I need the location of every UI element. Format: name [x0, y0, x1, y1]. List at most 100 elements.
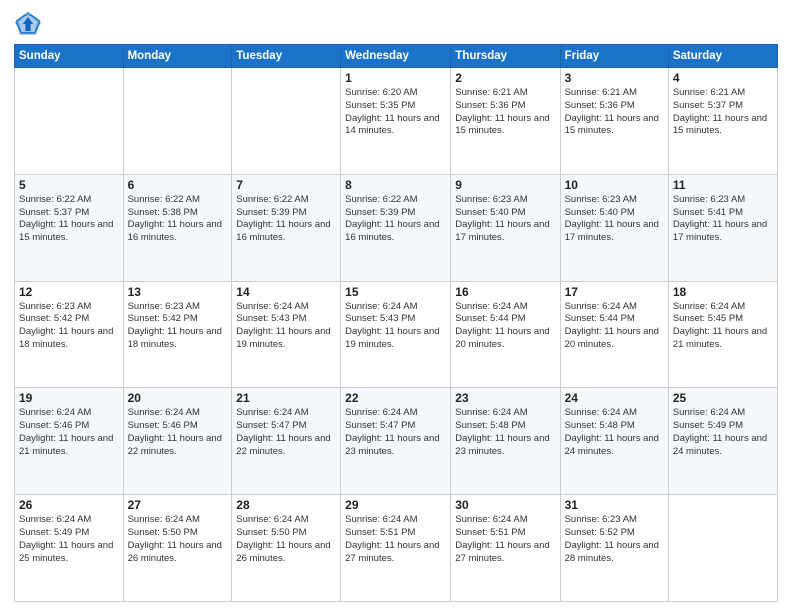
day-number: 19	[19, 391, 119, 405]
day-info: Sunrise: 6:24 AM Sunset: 5:50 PM Dayligh…	[128, 514, 228, 565]
calendar-table: SundayMondayTuesdayWednesdayThursdayFrid…	[14, 44, 778, 602]
day-number: 9	[455, 178, 555, 192]
day-info: Sunrise: 6:24 AM Sunset: 5:48 PM Dayligh…	[455, 407, 555, 458]
day-cell: 5 Sunrise: 6:22 AM Sunset: 5:37 PM Daylig…	[15, 174, 124, 281]
day-cell: 30 Sunrise: 6:24 AM Sunset: 5:51 PM Dayli…	[451, 495, 560, 602]
day-cell	[15, 68, 124, 175]
day-number: 21	[236, 391, 336, 405]
day-number: 29	[345, 498, 446, 512]
day-info: Sunrise: 6:24 AM Sunset: 5:51 PM Dayligh…	[345, 514, 446, 565]
day-number: 18	[673, 285, 773, 299]
day-cell: 29 Sunrise: 6:24 AM Sunset: 5:51 PM Dayli…	[341, 495, 451, 602]
day-info: Sunrise: 6:23 AM Sunset: 5:40 PM Dayligh…	[565, 194, 664, 245]
logo-icon	[14, 10, 42, 38]
day-number: 2	[455, 71, 555, 85]
day-number: 12	[19, 285, 119, 299]
day-cell	[232, 68, 341, 175]
day-number: 31	[565, 498, 664, 512]
day-cell: 16 Sunrise: 6:24 AM Sunset: 5:44 PM Dayli…	[451, 281, 560, 388]
day-info: Sunrise: 6:22 AM Sunset: 5:37 PM Dayligh…	[19, 194, 119, 245]
day-cell: 13 Sunrise: 6:23 AM Sunset: 5:42 PM Dayli…	[123, 281, 232, 388]
day-cell: 12 Sunrise: 6:23 AM Sunset: 5:42 PM Dayli…	[15, 281, 124, 388]
day-cell: 3 Sunrise: 6:21 AM Sunset: 5:36 PM Daylig…	[560, 68, 668, 175]
day-info: Sunrise: 6:23 AM Sunset: 5:41 PM Dayligh…	[673, 194, 773, 245]
week-row-4: 19 Sunrise: 6:24 AM Sunset: 5:46 PM Dayli…	[15, 388, 778, 495]
day-info: Sunrise: 6:24 AM Sunset: 5:43 PM Dayligh…	[236, 301, 336, 352]
day-info: Sunrise: 6:24 AM Sunset: 5:47 PM Dayligh…	[345, 407, 446, 458]
day-number: 8	[345, 178, 446, 192]
day-info: Sunrise: 6:24 AM Sunset: 5:45 PM Dayligh…	[673, 301, 773, 352]
day-cell: 31 Sunrise: 6:23 AM Sunset: 5:52 PM Dayli…	[560, 495, 668, 602]
day-number: 4	[673, 71, 773, 85]
day-cell: 18 Sunrise: 6:24 AM Sunset: 5:45 PM Dayli…	[668, 281, 777, 388]
day-cell: 4Sunrise: 6:21 AM Sunset: 5:37 PM Daylig…	[668, 68, 777, 175]
weekday-sunday: Sunday	[15, 45, 124, 68]
day-cell	[123, 68, 232, 175]
day-cell: 15Sunrise: 6:24 AM Sunset: 5:43 PM Dayli…	[341, 281, 451, 388]
day-number: 23	[455, 391, 555, 405]
weekday-header-row: SundayMondayTuesdayWednesdayThursdayFrid…	[15, 45, 778, 68]
day-number: 11	[673, 178, 773, 192]
day-number: 14	[236, 285, 336, 299]
page: SundayMondayTuesdayWednesdayThursdayFrid…	[0, 0, 792, 612]
day-info: Sunrise: 6:24 AM Sunset: 5:47 PM Dayligh…	[236, 407, 336, 458]
day-info: Sunrise: 6:24 AM Sunset: 5:43 PM Dayligh…	[345, 301, 446, 352]
day-cell: 24 Sunrise: 6:24 AM Sunset: 5:48 PM Dayli…	[560, 388, 668, 495]
day-info: Sunrise: 6:24 AM Sunset: 5:51 PM Dayligh…	[455, 514, 555, 565]
day-number: 26	[19, 498, 119, 512]
day-info: Sunrise: 6:22 AM Sunset: 5:39 PM Dayligh…	[236, 194, 336, 245]
day-number: 25	[673, 391, 773, 405]
day-info: Sunrise: 6:23 AM Sunset: 5:52 PM Dayligh…	[565, 514, 664, 565]
day-cell: 11 Sunrise: 6:23 AM Sunset: 5:41 PM Dayli…	[668, 174, 777, 281]
day-number: 30	[455, 498, 555, 512]
day-info: Sunrise: 6:23 AM Sunset: 5:42 PM Dayligh…	[19, 301, 119, 352]
day-cell: 10 Sunrise: 6:23 AM Sunset: 5:40 PM Dayli…	[560, 174, 668, 281]
day-cell: 26 Sunrise: 6:24 AM Sunset: 5:49 PM Dayli…	[15, 495, 124, 602]
day-info: Sunrise: 6:24 AM Sunset: 5:48 PM Dayligh…	[565, 407, 664, 458]
day-info: Sunrise: 6:24 AM Sunset: 5:44 PM Dayligh…	[565, 301, 664, 352]
day-info: Sunrise: 6:21 AM Sunset: 5:36 PM Dayligh…	[565, 87, 664, 138]
week-row-5: 26 Sunrise: 6:24 AM Sunset: 5:49 PM Dayli…	[15, 495, 778, 602]
weekday-friday: Friday	[560, 45, 668, 68]
day-number: 17	[565, 285, 664, 299]
day-cell: 17 Sunrise: 6:24 AM Sunset: 5:44 PM Dayli…	[560, 281, 668, 388]
day-info: Sunrise: 6:23 AM Sunset: 5:42 PM Dayligh…	[128, 301, 228, 352]
day-info: Sunrise: 6:24 AM Sunset: 5:50 PM Dayligh…	[236, 514, 336, 565]
day-number: 24	[565, 391, 664, 405]
day-number: 1	[345, 71, 446, 85]
day-cell: 1 Sunrise: 6:20 AM Sunset: 5:35 PM Daylig…	[341, 68, 451, 175]
day-number: 16	[455, 285, 555, 299]
day-number: 7	[236, 178, 336, 192]
day-cell: 27Sunrise: 6:24 AM Sunset: 5:50 PM Dayli…	[123, 495, 232, 602]
weekday-monday: Monday	[123, 45, 232, 68]
day-number: 13	[128, 285, 228, 299]
day-cell: 25 Sunrise: 6:24 AM Sunset: 5:49 PM Dayli…	[668, 388, 777, 495]
weekday-wednesday: Wednesday	[341, 45, 451, 68]
weekday-thursday: Thursday	[451, 45, 560, 68]
week-row-3: 12 Sunrise: 6:23 AM Sunset: 5:42 PM Dayli…	[15, 281, 778, 388]
day-cell: 2Sunrise: 6:21 AM Sunset: 5:36 PM Daylig…	[451, 68, 560, 175]
logo	[14, 10, 46, 38]
day-info: Sunrise: 6:24 AM Sunset: 5:49 PM Dayligh…	[19, 514, 119, 565]
day-number: 20	[128, 391, 228, 405]
day-cell: 7 Sunrise: 6:22 AM Sunset: 5:39 PM Daylig…	[232, 174, 341, 281]
day-info: Sunrise: 6:24 AM Sunset: 5:44 PM Dayligh…	[455, 301, 555, 352]
day-cell: 6Sunrise: 6:22 AM Sunset: 5:38 PM Daylig…	[123, 174, 232, 281]
day-cell: 9 Sunrise: 6:23 AM Sunset: 5:40 PM Daylig…	[451, 174, 560, 281]
day-info: Sunrise: 6:20 AM Sunset: 5:35 PM Dayligh…	[345, 87, 446, 138]
day-info: Sunrise: 6:24 AM Sunset: 5:46 PM Dayligh…	[128, 407, 228, 458]
day-cell: 8Sunrise: 6:22 AM Sunset: 5:39 PM Daylig…	[341, 174, 451, 281]
day-number: 3	[565, 71, 664, 85]
day-cell: 23 Sunrise: 6:24 AM Sunset: 5:48 PM Dayli…	[451, 388, 560, 495]
day-cell: 21 Sunrise: 6:24 AM Sunset: 5:47 PM Dayli…	[232, 388, 341, 495]
day-cell: 22Sunrise: 6:24 AM Sunset: 5:47 PM Dayli…	[341, 388, 451, 495]
day-info: Sunrise: 6:24 AM Sunset: 5:46 PM Dayligh…	[19, 407, 119, 458]
week-row-1: 1 Sunrise: 6:20 AM Sunset: 5:35 PM Daylig…	[15, 68, 778, 175]
day-number: 5	[19, 178, 119, 192]
day-number: 10	[565, 178, 664, 192]
day-info: Sunrise: 6:23 AM Sunset: 5:40 PM Dayligh…	[455, 194, 555, 245]
week-row-2: 5 Sunrise: 6:22 AM Sunset: 5:37 PM Daylig…	[15, 174, 778, 281]
day-number: 6	[128, 178, 228, 192]
day-cell: 20 Sunrise: 6:24 AM Sunset: 5:46 PM Dayli…	[123, 388, 232, 495]
day-info: Sunrise: 6:24 AM Sunset: 5:49 PM Dayligh…	[673, 407, 773, 458]
